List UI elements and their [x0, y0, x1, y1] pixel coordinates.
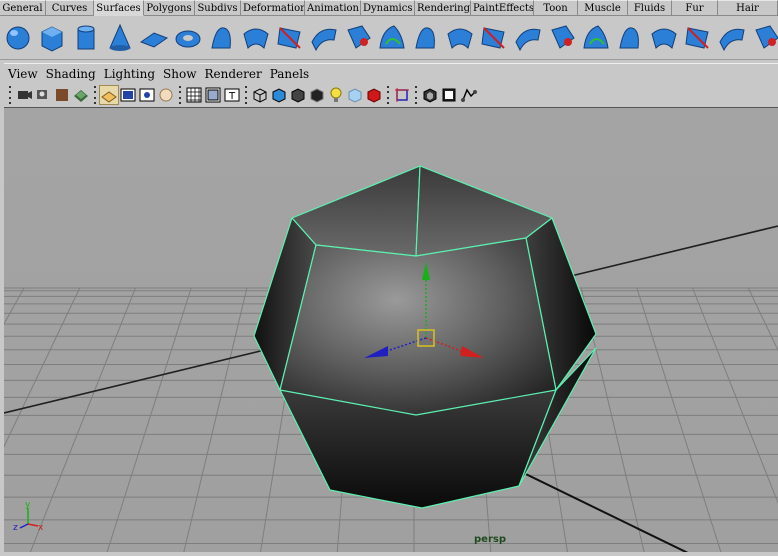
trim-tool-icon[interactable]: [580, 20, 612, 56]
toolbar-separator: [93, 86, 97, 104]
toolbar-separator: [178, 86, 182, 104]
grid-line: [29, 287, 136, 552]
menu-panels[interactable]: Panels: [266, 65, 314, 83]
panel-menu-bar: View Shading Lighting Show Renderer Panels: [4, 63, 778, 83]
safe-title-icon[interactable]: T: [223, 86, 241, 104]
polygon-mesh[interactable]: [253, 165, 597, 509]
nurbs-cone-icon[interactable]: [104, 20, 136, 56]
wireframe-on-shaded-icon[interactable]: [308, 86, 326, 104]
shelf-tab-animation[interactable]: Animation: [305, 0, 361, 16]
shelf-tab-deformation[interactable]: Deformation: [241, 0, 305, 16]
nurbs-cube-icon[interactable]: [36, 20, 68, 56]
use-default-light-icon[interactable]: [327, 86, 345, 104]
birail-icon[interactable]: [342, 20, 374, 56]
film-gate-icon[interactable]: [119, 86, 137, 104]
toolbar-separator: [8, 86, 12, 104]
bottom-border: [0, 552, 778, 556]
boundary-icon[interactable]: [376, 20, 408, 56]
axis-z-label: z: [13, 523, 18, 533]
bevel-plus-icon[interactable]: [478, 20, 510, 56]
insert-isoparm-icon[interactable]: [682, 20, 714, 56]
shelf-tab-muscle[interactable]: Muscle: [578, 0, 628, 16]
two-d-pan-icon[interactable]: [72, 86, 90, 104]
shadows-icon[interactable]: [440, 86, 458, 104]
toolbar-separator: [414, 86, 418, 104]
grid-line: [183, 287, 248, 552]
square-icon[interactable]: [410, 20, 442, 56]
menu-view[interactable]: View: [4, 65, 42, 83]
viewport-scene[interactable]: y x z: [4, 108, 778, 552]
grid-line: [692, 287, 778, 505]
extend-surface-icon[interactable]: [716, 20, 748, 56]
planar-icon[interactable]: [274, 20, 306, 56]
image-plane-icon[interactable]: [53, 86, 71, 104]
axis-y-label: y: [25, 500, 31, 510]
perspective-viewport[interactable]: y x z persp: [4, 107, 778, 552]
shelf-tab-polygons[interactable]: Polygons: [144, 0, 195, 16]
high-quality-icon[interactable]: [459, 86, 477, 104]
nurbs-sphere-icon[interactable]: [2, 20, 34, 56]
smooth-shade-icon[interactable]: [270, 86, 288, 104]
grid-line: [747, 287, 778, 352]
axis-z-line: [19, 523, 29, 529]
toolbar-separator: [386, 86, 390, 104]
axis-x-label: x: [38, 523, 44, 533]
isolate-select-icon[interactable]: [393, 86, 411, 104]
axis-x-line: [27, 523, 39, 527]
bookmark-icon[interactable]: [34, 86, 52, 104]
shelf-tab-bar: General Curves Surfaces Polygons Subdivs Defo…: [0, 0, 778, 16]
mesh-face-front[interactable]: [279, 237, 557, 416]
menu-shading[interactable]: Shading: [42, 65, 100, 83]
svg-text:T: T: [228, 91, 236, 102]
detach-surfaces-icon[interactable]: [648, 20, 680, 56]
safe-action-icon[interactable]: [204, 86, 222, 104]
shelf-tab-fluids[interactable]: Fluids: [628, 0, 672, 16]
shelf-toolbar: [0, 17, 778, 60]
xray-joints-icon[interactable]: [421, 86, 439, 104]
toolbar-separator: [244, 86, 248, 104]
panel-toolbar: T: [4, 84, 778, 106]
shelf-tab-dynamics[interactable]: Dynamics: [361, 0, 415, 16]
shelf-tab-toon[interactable]: Toon: [534, 0, 578, 16]
offset-surface-icon[interactable]: [750, 20, 778, 56]
camera-name-label: persp: [474, 534, 506, 545]
project-curve-icon[interactable]: [546, 20, 578, 56]
view-axis-indicator: y x z: [13, 500, 44, 533]
camera-attributes-icon[interactable]: [15, 86, 33, 104]
extrude-icon[interactable]: [308, 20, 340, 56]
xray-icon[interactable]: [346, 86, 364, 104]
wireframe-icon[interactable]: [251, 86, 269, 104]
delete-surface-icon[interactable]: [512, 20, 544, 56]
shelf-tab-general[interactable]: General: [0, 0, 46, 16]
shelf-tab-painteffects[interactable]: PaintEffects: [471, 0, 534, 16]
grid-icon[interactable]: [99, 85, 119, 105]
grid-line: [4, 287, 25, 325]
attach-surfaces-icon[interactable]: [614, 20, 646, 56]
nurbs-cylinder-icon[interactable]: [70, 20, 102, 56]
resolution-gate-icon[interactable]: [138, 86, 156, 104]
gate-mask-icon[interactable]: [157, 86, 175, 104]
shelf-tab-fur[interactable]: Fur: [672, 0, 718, 16]
shelf-tab-subdivs[interactable]: Subdivs: [195, 0, 241, 16]
loft-icon[interactable]: [240, 20, 272, 56]
grid-line: [636, 287, 722, 552]
revolve-icon[interactable]: [206, 20, 238, 56]
grid-line: [4, 287, 81, 448]
grid-line: [106, 287, 192, 552]
shelf-tab-curves[interactable]: Curves: [46, 0, 94, 16]
textured-icon[interactable]: [365, 86, 383, 104]
nurbs-plane-icon[interactable]: [138, 20, 170, 56]
bevel-icon[interactable]: [444, 20, 476, 56]
menu-renderer[interactable]: Renderer: [200, 65, 265, 83]
menu-lighting[interactable]: Lighting: [100, 65, 159, 83]
shelf-tab-hair[interactable]: Hair: [718, 0, 778, 16]
flat-shade-icon[interactable]: [289, 86, 307, 104]
shelf-tab-rendering[interactable]: Rendering: [415, 0, 471, 16]
menu-show[interactable]: Show: [159, 65, 200, 83]
field-chart-icon[interactable]: [185, 86, 203, 104]
shelf-tab-surfaces[interactable]: Surfaces: [94, 0, 144, 16]
nurbs-torus-icon[interactable]: [172, 20, 204, 56]
